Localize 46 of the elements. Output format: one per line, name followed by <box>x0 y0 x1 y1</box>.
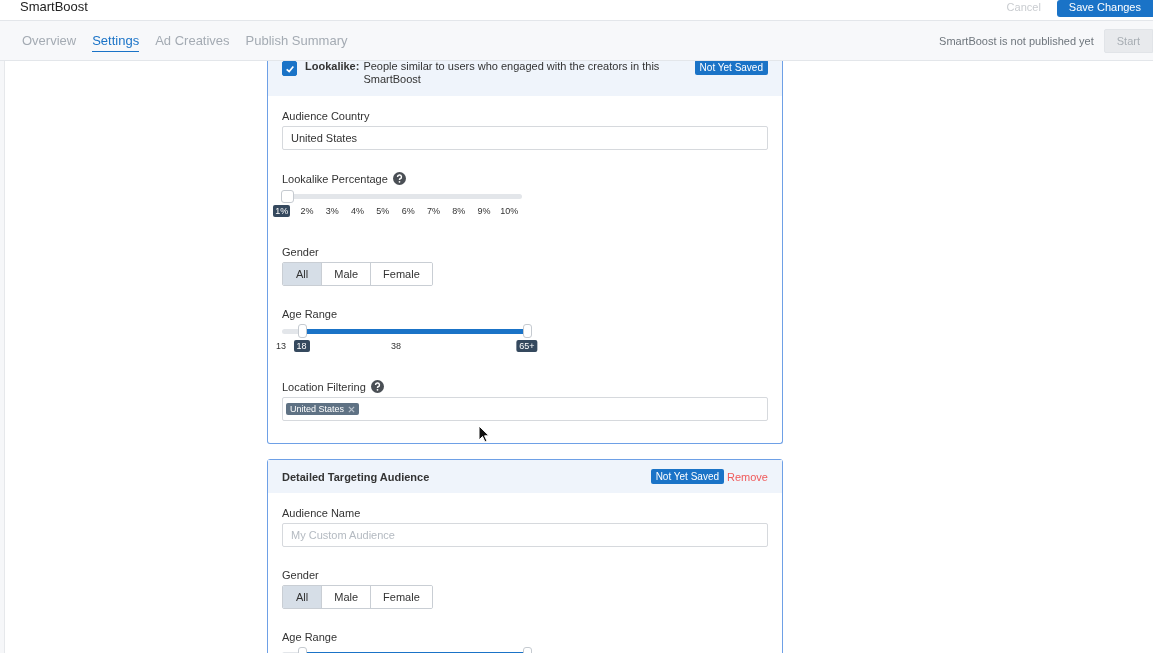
help-icon[interactable] <box>392 172 406 185</box>
status-badge: Not Yet Saved <box>694 61 768 75</box>
field-label: Audience Name <box>282 507 361 519</box>
field-label: Location Filtering <box>282 380 366 393</box>
value-badge: 65+ <box>516 340 538 352</box>
page-title: SmartBoost <box>20 0 88 14</box>
audience-title: Lookalike: <box>305 61 360 73</box>
publish-status: SmartBoost is not published yet <box>939 34 1094 47</box>
field-label: Age Range <box>282 308 338 320</box>
nav-tab[interactable]: Settings <box>92 29 140 52</box>
field-label: Audience Country <box>282 110 370 122</box>
tag-label: United States <box>290 404 345 414</box>
percent-option[interactable]: 2% <box>298 205 316 217</box>
percent-option[interactable]: 10% <box>498 205 521 217</box>
field-label: Gender <box>282 569 319 581</box>
percent-slider[interactable] <box>282 190 522 203</box>
percent-option[interactable]: 1% <box>273 205 291 217</box>
percent-option[interactable]: 9% <box>475 205 493 217</box>
scale-label: 38 <box>391 341 401 351</box>
field-label: Age Range <box>282 631 338 643</box>
scale-label: 13 <box>276 341 286 351</box>
percent-option[interactable]: 6% <box>399 205 417 217</box>
text-field[interactable]: My Custom Audience <box>282 523 768 547</box>
percent-option[interactable]: 5% <box>374 205 392 217</box>
slider-handle[interactable] <box>281 190 294 203</box>
percent-option[interactable]: 7% <box>424 205 442 217</box>
audience-description: People similar to users who engaged with the creators in this SmartBoost <box>363 61 661 86</box>
percent-option[interactable]: 4% <box>349 205 367 217</box>
slider-handle[interactable] <box>523 324 532 338</box>
checkbox[interactable] <box>282 61 297 76</box>
help-icon[interactable] <box>370 380 384 393</box>
percent-option[interactable]: 8% <box>450 205 468 217</box>
value-badge: 18 <box>293 340 310 352</box>
gender-option[interactable]: All <box>283 586 323 608</box>
checkmark-icon <box>284 63 295 74</box>
field-label: Gender <box>282 246 319 258</box>
text-field[interactable]: United States <box>282 126 768 150</box>
gender-option[interactable]: All <box>283 263 323 285</box>
slider-handle[interactable] <box>297 324 307 338</box>
status-badge: Not Yet Saved <box>650 469 725 484</box>
tag-input[interactable]: United States <box>282 397 768 421</box>
field-label: Lookalike Percentage <box>282 172 388 185</box>
save-changes-button[interactable]: Save Changes <box>1056 0 1153 17</box>
percent-option[interactable]: 3% <box>323 205 341 217</box>
audience-title: Detailed Targeting Audience <box>282 470 430 483</box>
close-icon[interactable] <box>348 405 356 413</box>
